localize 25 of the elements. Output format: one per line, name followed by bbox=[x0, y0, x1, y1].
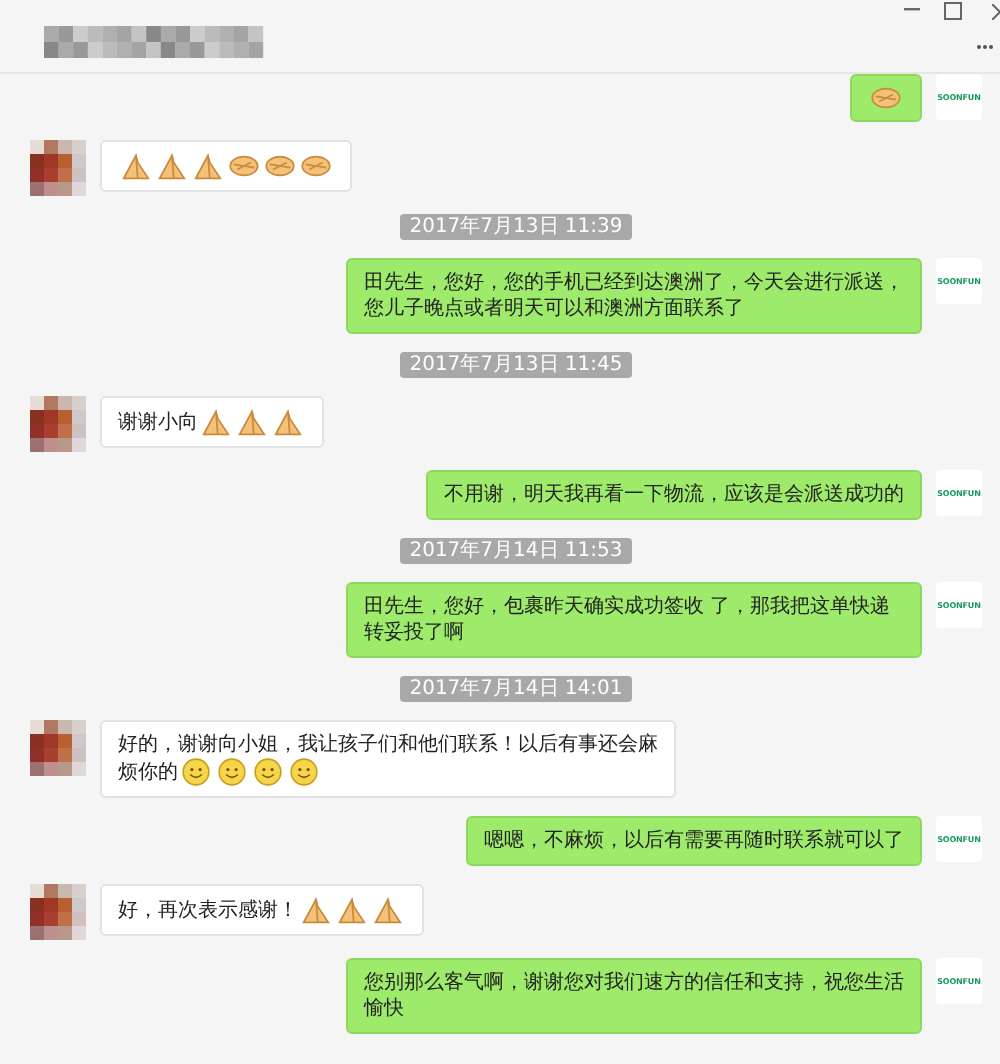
maximize-icon[interactable] bbox=[944, 2, 962, 20]
avatar[interactable] bbox=[30, 140, 86, 196]
message-text: 嗯嗯，不麻烦，以后有需要再随时联系就可以了 bbox=[484, 828, 904, 854]
timestamp: 2017年7月13日 11:39 bbox=[399, 214, 633, 240]
message-text: 谢谢小向 bbox=[118, 409, 198, 435]
message-text: 好的，谢谢向小姐，我让孩子们和他们联系！以后有事还会麻 bbox=[118, 732, 658, 758]
timestamp: 2017年7月14日 14:01 bbox=[399, 676, 633, 702]
avatar[interactable] bbox=[30, 884, 86, 940]
avatar[interactable] bbox=[30, 720, 86, 776]
avatar[interactable] bbox=[30, 396, 86, 452]
more-icon[interactable] bbox=[976, 44, 994, 50]
message-text: 好，再次表示感谢！ bbox=[118, 897, 298, 923]
close-icon[interactable] bbox=[992, 4, 1000, 20]
message-text: 不用谢，明天我再看一下物流，应该是会派送成功的 bbox=[444, 482, 904, 508]
smiley-icon bbox=[254, 758, 282, 786]
minimize-icon[interactable] bbox=[904, 8, 920, 12]
smiley-icon bbox=[182, 758, 210, 786]
message-text: 田先生，您好，包裹昨天确实成功签收 了，那我把这单快递转妥投了啊 bbox=[364, 594, 893, 646]
message-text: 田先生，您好，您的手机已经到达澳洲了，今天会进行派送，您儿子晚点或者明天可以和澳洲方面联系了 bbox=[364, 270, 904, 322]
message-text: 烦你的 bbox=[118, 759, 178, 785]
smiley-icon bbox=[290, 758, 318, 786]
message-text: 您别那么客气啊，谢谢您对我们速方的信任和支持，祝您生活愉快 bbox=[364, 970, 904, 1022]
timestamp: 2017年7月14日 11:53 bbox=[399, 538, 633, 564]
smiley-icon bbox=[218, 758, 246, 786]
timestamp: 2017年7月13日 11:45 bbox=[399, 352, 633, 378]
